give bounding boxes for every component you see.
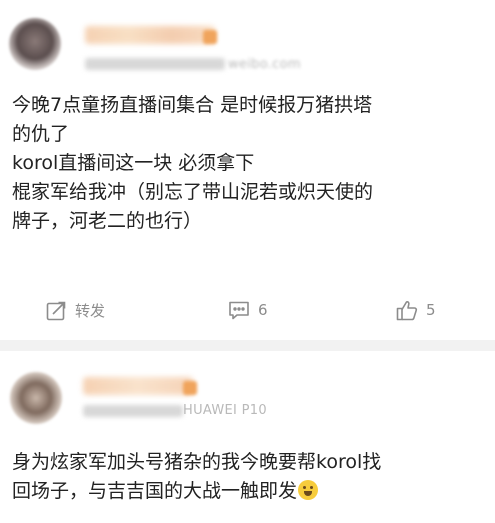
- username-blurred[interactable]: [85, 26, 215, 44]
- vip-badge-icon: [183, 381, 197, 395]
- repost-label: 转发: [75, 301, 106, 320]
- post-content[interactable]: 今晚7点童扬直播间集合 是时候报万猪拱塔 的仇了 korol直播间这一块 必须拿…: [12, 91, 482, 236]
- like-button[interactable]: 5: [396, 290, 436, 330]
- avatar[interactable]: [9, 18, 61, 70]
- face-emoji-icon: [298, 480, 319, 500]
- content-line: 今晚7点童扬直播间集合 是时候报万猪拱塔: [12, 94, 373, 116]
- post-source: HUAWEI P10: [183, 403, 267, 418]
- content-line: 牌子，河老二的也行）: [12, 210, 203, 232]
- avatar[interactable]: [10, 372, 62, 424]
- repost-icon: [46, 300, 67, 321]
- comment-count: 6: [258, 301, 268, 319]
- thumbs-up-icon: [396, 300, 418, 321]
- post-content[interactable]: 身为炫家军加头号猪杂的我今晚要帮korol找 回场子，与吉吉国的大战一触即发: [12, 448, 482, 506]
- content-line: korol直播间这一块 必须拿下: [12, 152, 255, 174]
- repost-button[interactable]: 转发: [46, 290, 105, 330]
- like-count: 5: [426, 301, 436, 319]
- comment-icon: [228, 300, 250, 321]
- username-blurred[interactable]: [83, 377, 193, 395]
- post-action-bar: 转发 6 5: [0, 290, 495, 330]
- post-divider: [0, 340, 495, 351]
- post-time-blurred: [83, 405, 183, 417]
- content-line: 回场子，与吉吉国的大战一触即发: [12, 477, 482, 506]
- vip-badge-icon: [203, 30, 217, 44]
- post-source: weibo.com: [228, 57, 301, 72]
- content-text: 回场子，与吉吉国的大战一触即发: [12, 480, 298, 502]
- content-line: 身为炫家军加头号猪杂的我今晚要帮korol找: [12, 451, 382, 473]
- content-line: 棍家军给我冲（别忘了带山泥若或炽天使的: [12, 181, 374, 203]
- content-line: 的仇了: [12, 123, 70, 145]
- post-time-blurred: [85, 58, 225, 70]
- comment-button[interactable]: 6: [228, 290, 268, 330]
